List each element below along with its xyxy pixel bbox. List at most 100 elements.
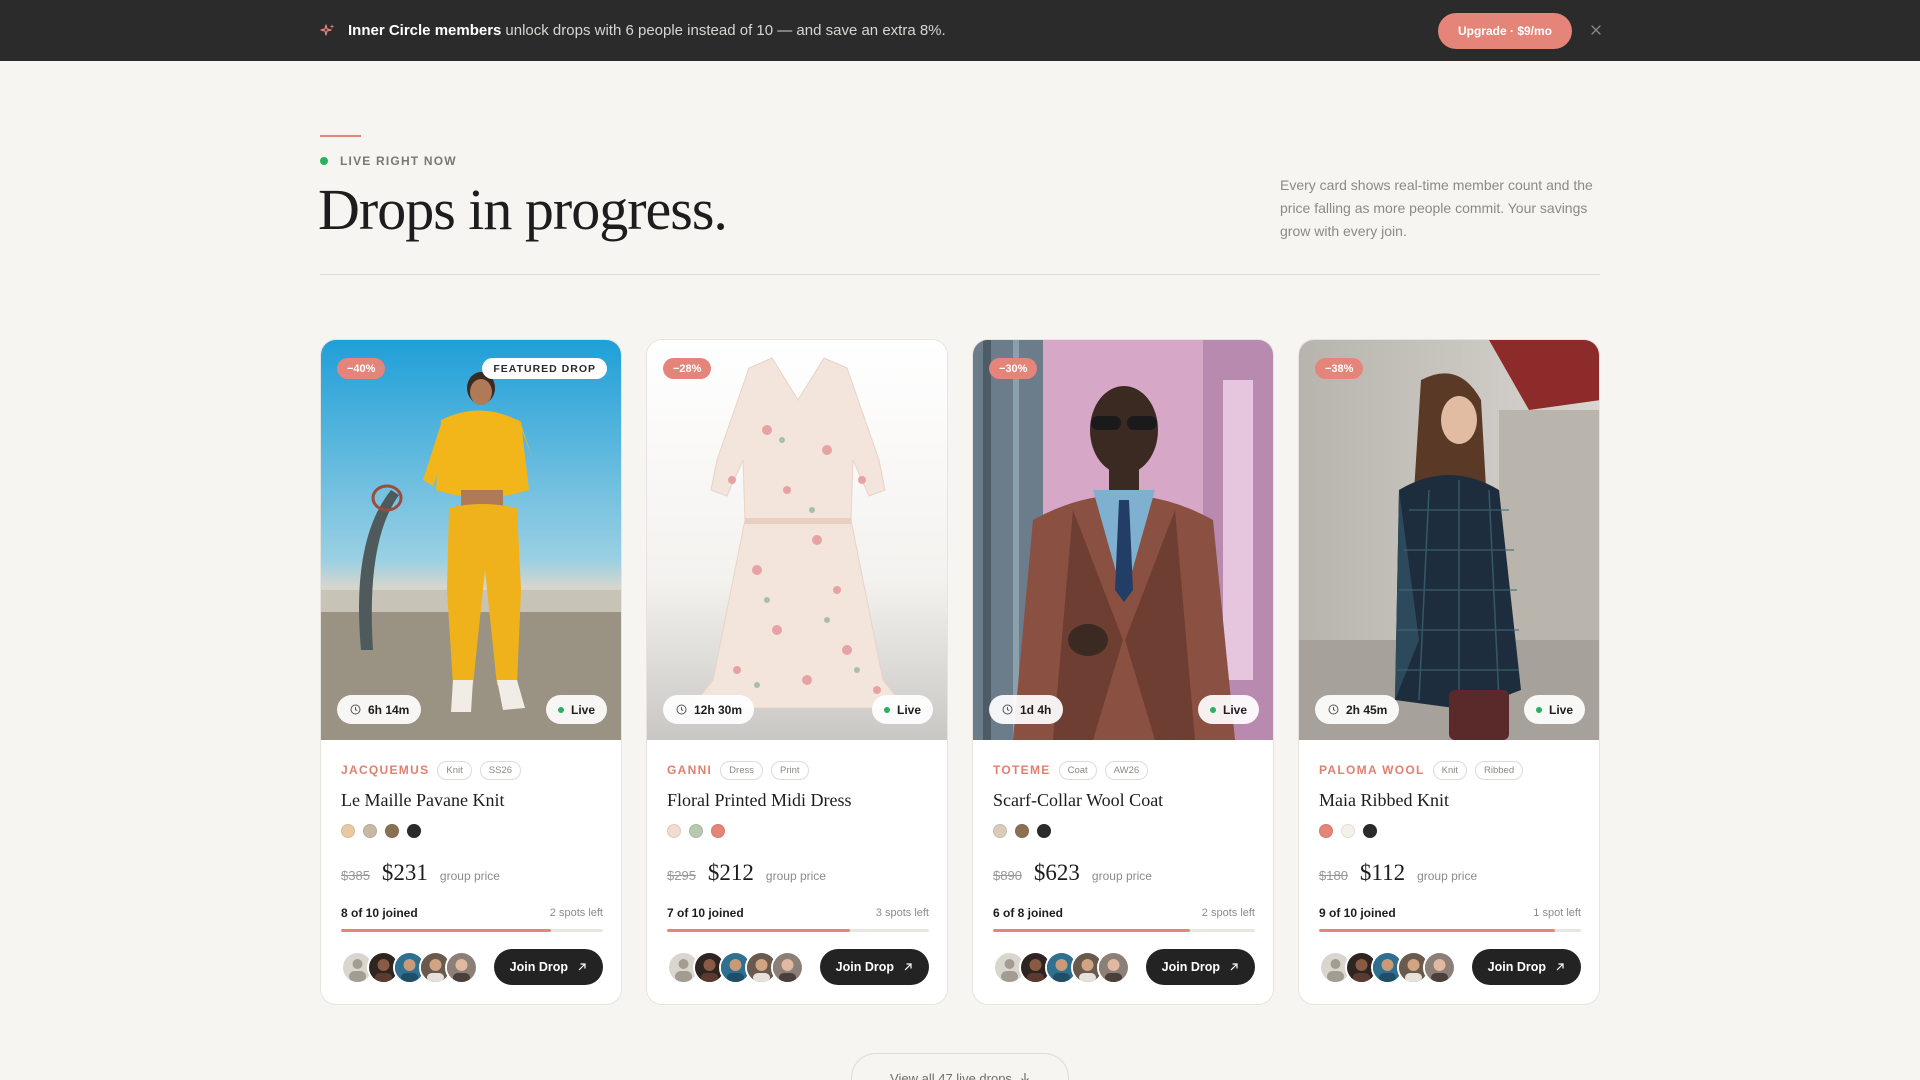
member-avatars — [1319, 950, 1456, 984]
eyebrow-label: LIVE RIGHT NOW — [340, 154, 457, 168]
drop-card[interactable]: −40% FEATURED DROP 6h 14m Live JACQUEMUS… — [320, 339, 622, 1005]
upgrade-button[interactable]: Upgrade · $9/mo — [1438, 13, 1572, 49]
join-drop-button[interactable]: Join Drop — [493, 949, 603, 985]
original-price: $295 — [667, 868, 696, 883]
drop-card[interactable]: −38% 2h 45m Live PALOMA WOOL Knit Ribbed… — [1298, 339, 1600, 1005]
live-eyebrow: LIVE RIGHT NOW — [320, 154, 457, 168]
arrow-up-right-icon — [903, 962, 913, 972]
color-swatches — [1319, 824, 1581, 838]
product-name: Le Maille Pavane Knit — [341, 790, 505, 810]
sparkle-icon — [320, 23, 336, 39]
color-swatch[interactable] — [993, 824, 1007, 838]
live-dot — [1209, 706, 1216, 713]
product-tag: Print — [770, 760, 809, 780]
original-price: $180 — [1319, 868, 1348, 883]
drop-card[interactable]: −28% 12h 30m Live GANNI Dress Print Flor… — [646, 339, 948, 1005]
color-swatch[interactable] — [1015, 824, 1029, 838]
original-price: $385 — [341, 868, 370, 883]
live-badge: Live — [1523, 695, 1585, 724]
progress-bar — [667, 929, 929, 932]
avatar — [445, 950, 478, 984]
section-description: Every card shows real-time member count … — [1280, 177, 1593, 239]
product-tag: Dress — [720, 760, 763, 780]
avatar — [1423, 950, 1456, 984]
color-swatch[interactable] — [363, 824, 377, 838]
color-swatch[interactable] — [407, 824, 421, 838]
product-tag: Knit — [437, 760, 472, 780]
product-image: −40% FEATURED DROP 6h 14m Live — [321, 340, 621, 740]
live-dot — [883, 706, 890, 713]
progress-fill — [341, 929, 551, 932]
countdown-timer: 6h 14m — [337, 695, 422, 724]
joined-count: 6 of 8 joined — [993, 906, 1064, 920]
discount-badge: −40% — [337, 358, 386, 379]
clock-icon — [676, 704, 687, 715]
join-label: Join Drop — [1161, 960, 1220, 974]
group-price: $623 — [1033, 860, 1080, 885]
member-avatars — [667, 950, 804, 984]
color-swatch[interactable] — [667, 824, 681, 838]
color-swatches — [341, 824, 603, 838]
original-price: $890 — [993, 868, 1022, 883]
color-swatch[interactable] — [341, 824, 355, 838]
color-swatch[interactable] — [1319, 824, 1333, 838]
color-swatch[interactable] — [385, 824, 399, 838]
join-drop-button[interactable]: Join Drop — [1471, 949, 1581, 985]
brand-name: PALOMA WOOL — [1319, 763, 1425, 777]
spots-left: 1 spot left — [1533, 907, 1581, 919]
spots-left: 3 spots left — [875, 907, 929, 919]
progress-bar — [993, 929, 1255, 932]
joined-count: 8 of 10 joined — [341, 906, 418, 920]
drop-card[interactable]: −30% 1d 4h Live TOTEME Coat AW26 Scarf-C… — [972, 339, 1274, 1005]
brand-name: GANNI — [667, 763, 713, 777]
avatar — [1097, 950, 1130, 984]
countdown-timer: 2h 45m — [1315, 695, 1400, 724]
group-price: $212 — [707, 860, 754, 885]
joined-count: 9 of 10 joined — [1319, 906, 1396, 920]
spots-left: 2 spots left — [549, 907, 603, 919]
joined-count: 7 of 10 joined — [667, 906, 744, 920]
live-label: Live — [1548, 702, 1573, 717]
color-swatch[interactable] — [1363, 824, 1377, 838]
product-image: −28% 12h 30m Live — [647, 340, 947, 740]
color-swatches — [993, 824, 1255, 838]
discount-badge: −30% — [989, 358, 1038, 379]
join-drop-button[interactable]: Join Drop — [1145, 949, 1255, 985]
avatar — [771, 950, 804, 984]
view-all-drops-button[interactable]: View all 47 live drops — [851, 1053, 1069, 1080]
timer-value: 6h 14m — [368, 702, 410, 717]
product-tag: Knit — [1432, 760, 1467, 780]
drops-grid: −40% FEATURED DROP 6h 14m Live JACQUEMUS… — [320, 339, 1600, 1005]
product-tag: AW26 — [1104, 760, 1149, 780]
countdown-timer: 1d 4h — [989, 695, 1064, 724]
live-label: Live — [1222, 702, 1247, 717]
progress-fill — [1319, 929, 1555, 932]
product-name: Maia Ribbed Knit — [1319, 790, 1449, 810]
color-swatches — [667, 824, 929, 838]
color-swatch[interactable] — [1341, 824, 1355, 838]
spots-left: 2 spots left — [1201, 907, 1255, 919]
join-label: Join Drop — [835, 960, 894, 974]
banner-strong: Inner Circle members — [348, 22, 502, 39]
color-swatch[interactable] — [711, 824, 725, 838]
color-swatch[interactable] — [689, 824, 703, 838]
live-badge: Live — [1197, 695, 1259, 724]
product-tag: Coat — [1058, 760, 1097, 780]
join-drop-button[interactable]: Join Drop — [819, 949, 929, 985]
live-badge: Live — [871, 695, 933, 724]
timer-value: 12h 30m — [694, 702, 743, 717]
group-price: $231 — [381, 860, 428, 885]
price-note: group price — [439, 869, 500, 883]
member-avatars — [993, 950, 1130, 984]
live-dot — [557, 706, 564, 713]
price-note: group price — [1091, 869, 1152, 883]
discount-badge: −38% — [1315, 358, 1364, 379]
discount-badge: −28% — [663, 358, 712, 379]
brand-name: JACQUEMUS — [341, 763, 430, 777]
color-swatch[interactable] — [1037, 824, 1051, 838]
product-tag: SS26 — [479, 760, 522, 780]
close-icon[interactable] — [1586, 20, 1606, 40]
arrow-up-right-icon — [577, 962, 587, 972]
price-note: group price — [1417, 869, 1478, 883]
product-image: −38% 2h 45m Live — [1299, 340, 1599, 740]
